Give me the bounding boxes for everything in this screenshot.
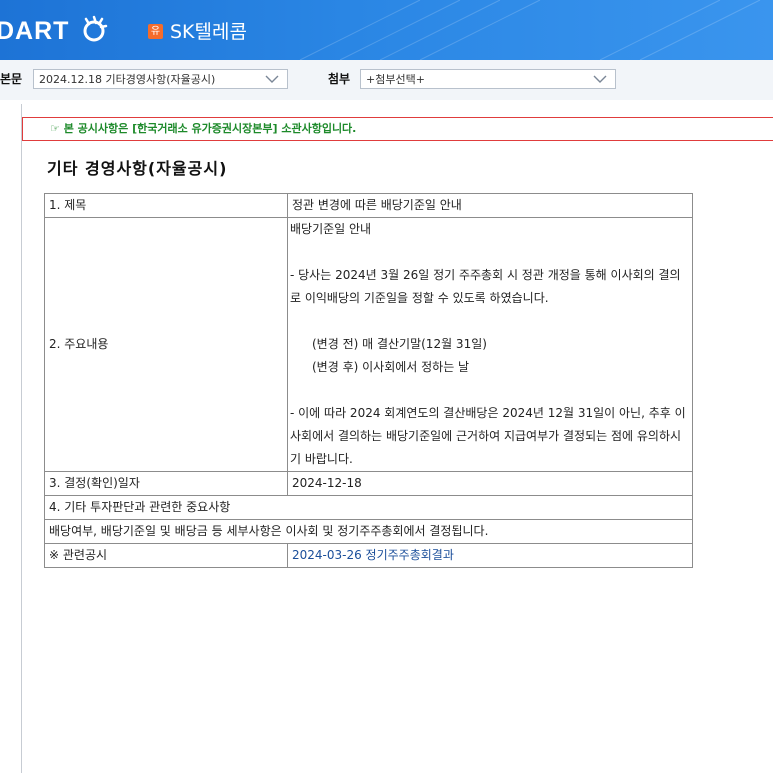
dart-header: DART 유 SK텔레콤 [0,0,773,60]
main-content-paragraph-1: - 당사는 2024년 3월 26일 정기 주주총회 시 정관 개정을 통해 이… [290,268,681,305]
title-value: 정관 변경에 따른 배당기준일 안내 [287,193,693,218]
other-info-label: 4. 기타 투자판단과 관련한 중요사항 [44,495,693,520]
other-info-value: 배당여부, 배당기준일 및 배당금 등 세부사항은 이사회 및 정기주주총회에서… [44,519,693,544]
related-disclosure-label: ※ 관련공시 [44,543,288,568]
notice-text: ☞ 본 공시사항은 [한국거래소 유가증권시장본부] 소관사항입니다. [50,122,357,135]
attach-label: 첨부 [328,72,351,86]
chevron-down-icon [593,75,607,83]
table-row: 배당여부, 배당기준일 및 배당금 등 세부사항은 이사회 및 정기주주총회에서… [44,519,693,544]
frame-divider [21,104,22,773]
change-after: (변경 후) 이사회에서 정하는 날 [312,360,470,374]
attach-select[interactable]: +첨부선택+ [360,69,616,89]
document-toolbar: 본문 2024.12.18 기타경영사항(자율공시) 첨부 +첨부선택+ [0,60,773,101]
main-content-paragraph-2: - 이에 따라 2024 회계연도의 결산배당은 2024년 12월 31일이 … [290,406,686,466]
dart-logo-mark-icon [83,15,108,42]
table-row: 2. 주요내용 배당기준일 안내 - 당사는 2024년 3월 26일 정기 주… [44,217,693,472]
body-select[interactable]: 2024.12.18 기타경영사항(자율공시) [33,69,288,89]
main-content-value: 배당기준일 안내 - 당사는 2024년 3월 26일 정기 주주총회 시 정관… [287,217,693,472]
chevron-down-icon [265,75,279,83]
document-title: 기타 경영사항(자율공시) [47,159,228,178]
disclosure-table: 1. 제목 정관 변경에 따른 배당기준일 안내 2. 주요내용 배당기준일 안… [44,193,693,568]
body-select-value: 2024.12.18 기타경영사항(자율공시) [39,73,216,86]
decision-date-label: 3. 결정(확인)일자 [44,471,288,496]
dart-logo[interactable]: DART [0,16,69,46]
change-before: (변경 전) 매 결산기말(12월 31일) [312,337,487,351]
related-disclosure-link[interactable]: 2024-03-26 정기주주총회결과 [287,543,693,568]
title-label: 1. 제목 [44,193,288,218]
main-content-heading: 배당기준일 안내 [290,222,372,236]
attach-select-value: +첨부선택+ [366,73,425,86]
main-content-label: 2. 주요내용 [44,217,288,472]
table-row: 4. 기타 투자판단과 관련한 중요사항 [44,495,693,520]
table-row: ※ 관련공시 2024-03-26 정기주주총회결과 [44,543,693,568]
decision-date-value: 2024-12-18 [287,471,693,496]
table-row: 1. 제목 정관 변경에 따른 배당기준일 안내 [44,193,693,218]
corp-name[interactable]: SK텔레콤 [170,19,247,45]
body-label: 본문 [0,72,23,86]
table-row: 3. 결정(확인)일자 2024-12-18 [44,471,693,496]
corp-type-badge: 유 [148,24,163,39]
header-pattern-icon [299,0,761,60]
